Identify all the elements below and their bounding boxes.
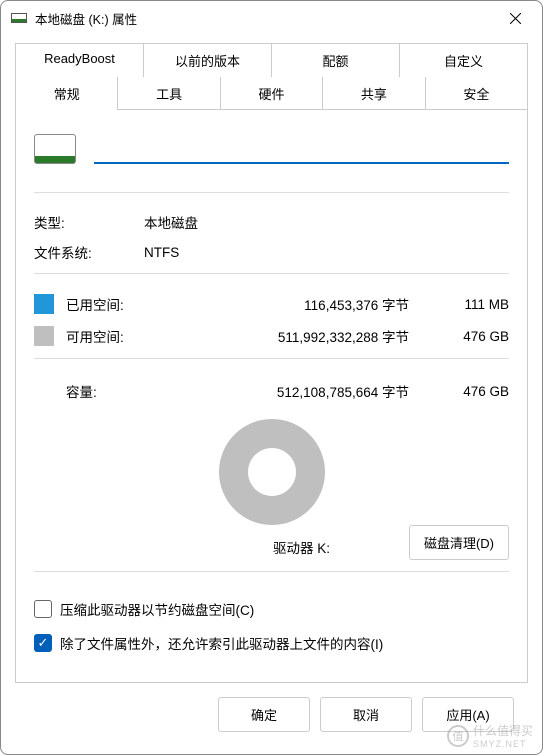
used-space-human: 111 MB	[437, 297, 509, 312]
drive-icon	[34, 134, 76, 164]
divider	[34, 192, 509, 193]
type-value: 本地磁盘	[144, 212, 509, 232]
capacity-label: 容量:	[66, 381, 166, 401]
used-space-swatch	[34, 294, 54, 314]
ok-button[interactable]: 确定	[218, 697, 310, 732]
used-space-label: 已用空间:	[66, 294, 166, 314]
index-checkbox[interactable]: ✓	[34, 634, 52, 652]
free-space-human: 476 GB	[437, 329, 509, 344]
usage-donut-chart	[219, 419, 325, 525]
divider	[34, 358, 509, 359]
window-title: 本地磁盘 (K:) 属性	[35, 9, 492, 28]
apply-button[interactable]: 应用(A)	[422, 697, 514, 732]
tab-security[interactable]: 安全	[425, 77, 528, 110]
capacity-bytes: 512,108,785,664 字节	[166, 381, 437, 401]
free-space-label: 可用空间:	[66, 326, 166, 346]
filesystem-label: 文件系统:	[34, 242, 144, 262]
tab-previous-versions[interactable]: 以前的版本	[143, 43, 272, 77]
drive-letter-label: 驱动器 K:	[273, 537, 330, 557]
drive-icon-small	[11, 13, 27, 23]
disk-cleanup-button[interactable]: 磁盘清理(D)	[409, 525, 509, 560]
drive-name-input[interactable]	[94, 134, 509, 164]
tab-tools[interactable]: 工具	[117, 77, 220, 110]
tab-quota[interactable]: 配额	[271, 43, 400, 77]
free-space-bytes: 511,992,332,288 字节	[166, 326, 437, 346]
cancel-button[interactable]: 取消	[320, 697, 412, 732]
tab-customize[interactable]: 自定义	[399, 43, 528, 77]
used-space-bytes: 116,453,376 字节	[166, 294, 437, 314]
compress-checkbox[interactable]	[34, 600, 52, 618]
tab-readyboost[interactable]: ReadyBoost	[15, 43, 144, 77]
divider	[34, 571, 509, 572]
tab-hardware[interactable]: 硬件	[220, 77, 323, 110]
divider	[34, 273, 509, 274]
close-button[interactable]	[492, 1, 538, 35]
tab-sharing[interactable]: 共享	[322, 77, 425, 110]
close-icon	[510, 13, 521, 24]
free-space-swatch	[34, 326, 54, 346]
index-label: 除了文件属性外，还允许索引此驱动器上文件的内容(I)	[60, 633, 383, 653]
tab-general[interactable]: 常规	[15, 77, 118, 110]
type-label: 类型:	[34, 212, 144, 232]
compress-label: 压缩此驱动器以节约磁盘空间(C)	[60, 599, 254, 619]
filesystem-value: NTFS	[144, 245, 509, 260]
capacity-human: 476 GB	[437, 384, 509, 399]
